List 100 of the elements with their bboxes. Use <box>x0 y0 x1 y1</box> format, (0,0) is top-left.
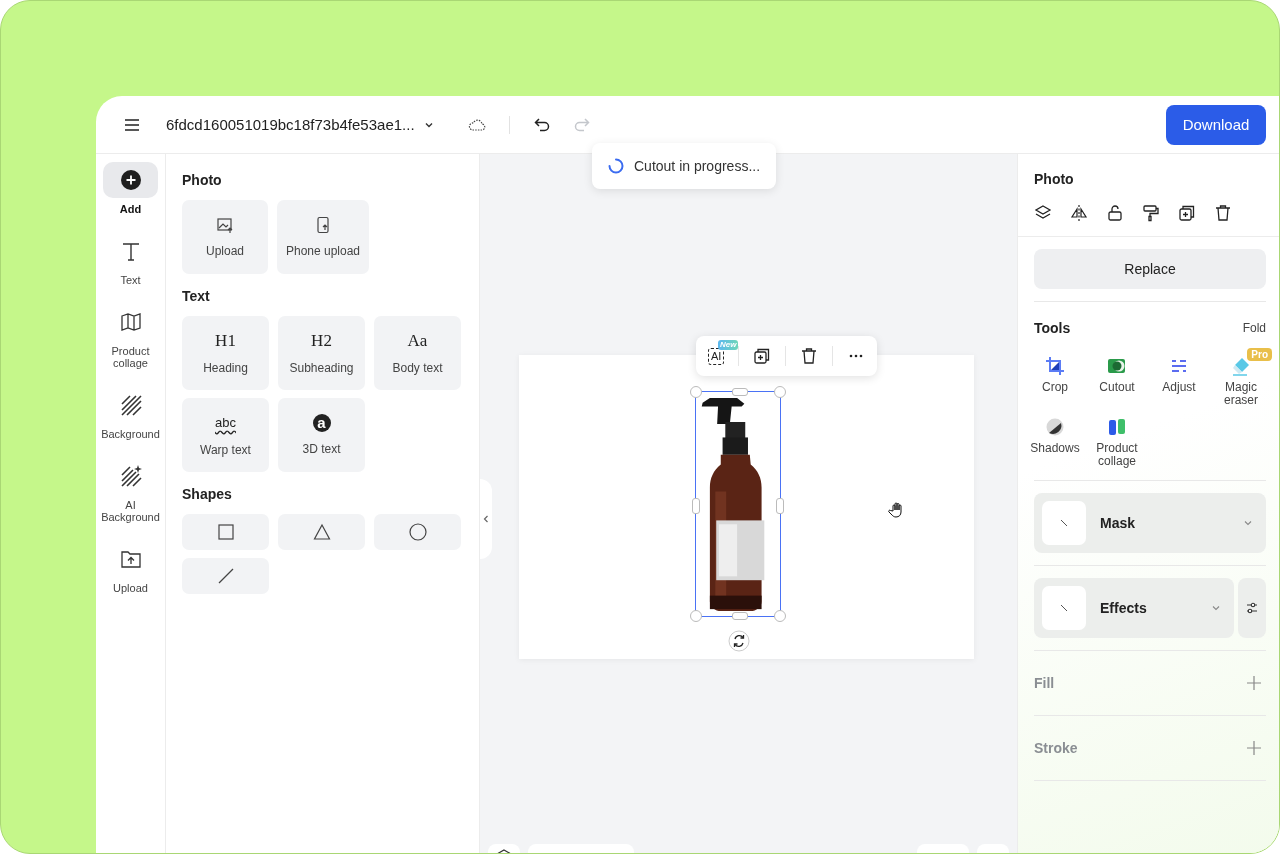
spinner-icon <box>608 158 624 174</box>
download-button[interactable]: Download <box>1166 104 1266 145</box>
resize-handle[interactable] <box>692 498 700 514</box>
stripes-sparkle-icon <box>119 465 142 487</box>
resize-handle[interactable] <box>732 388 748 396</box>
shape-tile[interactable] <box>278 514 365 550</box>
glyph-icon: Aa <box>407 331 428 351</box>
rail-item[interactable]: AI Background <box>96 458 165 523</box>
card-label: 3D text <box>302 442 341 456</box>
resize-handle[interactable] <box>774 386 786 398</box>
phone-upload-icon <box>314 216 332 234</box>
shadow-ball-icon <box>1045 417 1065 437</box>
pro-badge: Pro <box>1247 348 1272 361</box>
slash-icon <box>1059 518 1069 528</box>
tool-label: Product collage <box>1095 442 1139 468</box>
rail-label: Add <box>119 203 142 215</box>
glyph-icon: H2 <box>311 331 332 351</box>
circle-icon <box>408 523 427 541</box>
paint-roller-icon[interactable] <box>1142 204 1160 222</box>
resize-handle[interactable] <box>776 498 784 514</box>
card-label: Warp text <box>200 443 251 457</box>
tool-item[interactable]: Cutout <box>1086 348 1148 407</box>
tool-label: Crop <box>1041 381 1069 394</box>
section-title: Shapes <box>182 486 233 502</box>
file-name[interactable]: 6fdcd160051019bc18f73b4fe53ae1... <box>166 116 415 133</box>
tool-label: Cutout <box>1098 381 1136 394</box>
new-badge: New <box>718 339 739 350</box>
rail-label: AI Background <box>100 499 161 523</box>
eraser-icon <box>1231 356 1251 376</box>
rail-label: Background <box>101 428 160 440</box>
rail-label: Product collage <box>110 345 151 369</box>
dropdown-label: Mask <box>1100 515 1137 531</box>
rail-item[interactable]: Product collage <box>96 304 165 369</box>
3d-glyph-icon: a <box>312 414 331 432</box>
tool-label: Shadows <box>1029 442 1081 455</box>
rail-label: Upload <box>113 582 148 594</box>
tool-label: Magic eraser <box>1223 381 1259 407</box>
line-icon <box>216 567 235 585</box>
asset-card[interactable]: H1 Heading <box>182 316 269 390</box>
rail-item[interactable]: Upload <box>96 541 165 594</box>
folder-upload-icon <box>119 548 142 570</box>
rail-label: Text <box>120 274 141 286</box>
card-label: Heading <box>203 361 248 375</box>
slash-icon <box>1059 603 1069 613</box>
collage-icon <box>1107 417 1127 437</box>
resize-handle[interactable] <box>732 612 748 620</box>
settings-sliders-icon <box>1245 601 1259 615</box>
trash-icon[interactable] <box>1214 204 1232 222</box>
asset-card[interactable]: Aa Body text <box>374 316 461 390</box>
tool-item[interactable]: Shadows <box>1024 409 1086 468</box>
dropdown-label: Effects <box>1100 600 1148 616</box>
fold-link[interactable]: Fold <box>1242 321 1266 335</box>
duplicate-icon[interactable] <box>753 347 772 365</box>
asset-card[interactable]: H2 Subheading <box>278 316 365 390</box>
tool-item[interactable]: Adjust <box>1148 348 1210 407</box>
resize-handle[interactable] <box>690 610 702 622</box>
flip-icon[interactable] <box>1070 204 1088 222</box>
asset-card[interactable]: Upload <box>182 200 268 274</box>
dropdown[interactable]: Effects <box>1034 578 1234 638</box>
rotate-icon[interactable] <box>728 630 750 652</box>
plus-icon[interactable] <box>1246 675 1262 691</box>
card-label: Phone upload <box>285 244 361 258</box>
chevron-left-icon <box>481 514 491 524</box>
resize-handle[interactable] <box>690 386 702 398</box>
section-title: Photo <box>182 172 223 188</box>
rail-item[interactable]: Text <box>96 233 165 286</box>
replace-button[interactable]: Replace <box>1034 249 1266 289</box>
card-label: Body text <box>392 361 443 375</box>
card-label: Subheading <box>289 361 354 375</box>
square-icon <box>216 523 235 541</box>
settings-button[interactable] <box>1238 578 1266 638</box>
section-title: Tools <box>1034 320 1071 336</box>
triangle-icon <box>312 523 331 541</box>
shape-tile[interactable] <box>374 514 461 550</box>
plus-icon[interactable] <box>1246 740 1262 756</box>
property-label: Fill <box>1034 675 1055 691</box>
asset-card[interactable]: abc Warp text <box>182 398 269 472</box>
dropdown[interactable]: Mask <box>1034 493 1266 553</box>
rail-item[interactable]: Background <box>96 387 165 440</box>
section-title: Text <box>182 288 211 304</box>
tool-label: Adjust <box>1161 381 1197 394</box>
shape-tile[interactable] <box>182 558 269 594</box>
panel-title: Photo <box>1034 171 1074 187</box>
tool-item[interactable]: Product collage <box>1086 409 1148 468</box>
asset-card[interactable]: Phone upload <box>277 200 369 274</box>
shape-tile[interactable] <box>182 514 269 550</box>
stripes-icon <box>119 394 142 416</box>
tool-item[interactable]: Pro Magic eraser <box>1210 348 1272 407</box>
image-upload-icon <box>216 216 234 234</box>
asset-card[interactable]: a 3D text <box>278 398 365 472</box>
collage-icon <box>119 311 142 333</box>
trash-icon[interactable] <box>800 347 819 365</box>
tool-item[interactable]: Crop <box>1024 348 1086 407</box>
toast-text: Cutout in progress... <box>634 158 761 174</box>
unlock-icon[interactable] <box>1106 204 1124 222</box>
property-label: Stroke <box>1034 740 1078 756</box>
toggle-icon <box>1107 356 1127 376</box>
duplicate-icon[interactable] <box>1178 204 1196 222</box>
resize-handle[interactable] <box>774 610 786 622</box>
warp-glyph-icon: abc <box>215 413 236 433</box>
